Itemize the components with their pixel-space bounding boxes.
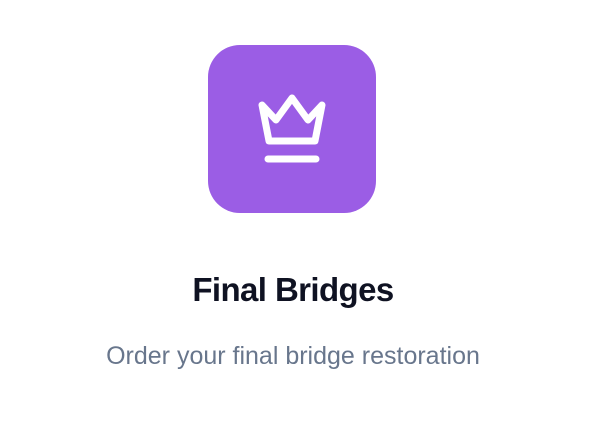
crown-icon [258, 94, 326, 163]
app-icon-tile [208, 45, 376, 213]
feature-card: Final Bridges Order your final bridge re… [0, 0, 590, 426]
page-subtitle: Order your final bridge restoration [106, 342, 480, 370]
page-title: Final Bridges [192, 271, 394, 308]
